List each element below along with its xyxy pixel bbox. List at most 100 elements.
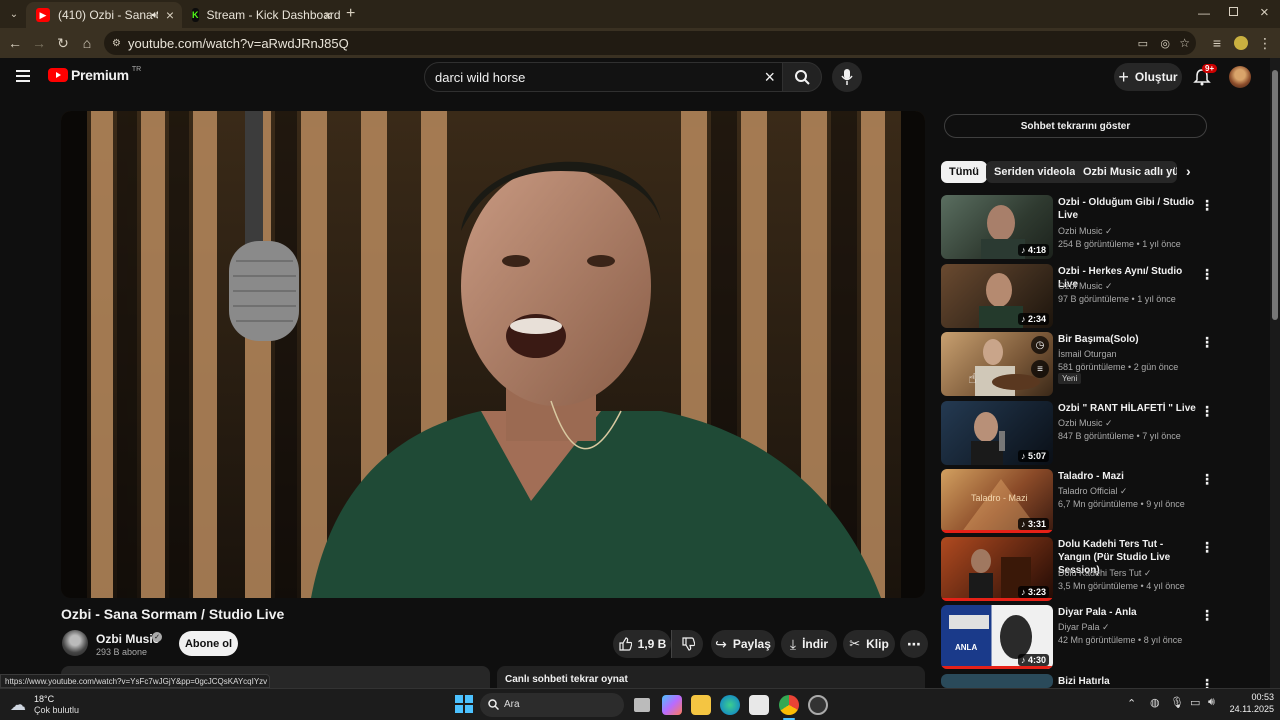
channel-avatar[interactable] xyxy=(62,630,88,656)
youtube-logo[interactable]: Premium TR xyxy=(48,66,141,83)
add-to-queue-icon[interactable]: ≡ xyxy=(1031,360,1049,378)
create-button[interactable]: + Oluştur xyxy=(1114,63,1182,91)
video-thumbnail[interactable]: ♪ 4:18 xyxy=(941,195,1053,259)
more-options-icon[interactable]: ⋮ xyxy=(1200,607,1214,624)
more-options-icon[interactable]: ⋮ xyxy=(1200,197,1214,214)
bookmark-star-icon[interactable]: ☆ xyxy=(1179,36,1190,50)
subscribe-button[interactable]: Abone ol xyxy=(179,631,238,656)
notifications-button[interactable]: 9+ xyxy=(1193,64,1218,88)
list-item[interactable]: Bizi Hatırla ⋮ xyxy=(941,674,1241,688)
taskbar-search-box[interactable]: Ara xyxy=(480,693,624,717)
watch-later-icon[interactable]: ◷ xyxy=(1031,336,1049,354)
close-tab-icon[interactable]: × xyxy=(324,7,332,23)
scrollbar-thumb[interactable] xyxy=(1272,70,1278,320)
back-arrow-icon[interactable]: ← xyxy=(6,34,24,52)
minimize-window-button[interactable]: — xyxy=(1198,6,1210,20)
video-thumbnail[interactable]: ♪ 3:23 xyxy=(941,537,1053,601)
pinned-app-icon[interactable] xyxy=(808,695,828,715)
volume-icon[interactable]: 🔊︎ xyxy=(1208,696,1215,709)
browser-tab-kick[interactable]: K Stream - Kick Dashboard × xyxy=(182,2,341,28)
more-options-icon[interactable]: ⋮ xyxy=(1200,334,1214,351)
close-window-button[interactable]: × xyxy=(1260,4,1269,21)
weather-widget[interactable]: ☁︎ 18°C Çok bulutlu xyxy=(10,693,90,717)
account-avatar[interactable] xyxy=(1229,66,1251,88)
share-button[interactable]: ↪ Paylaş xyxy=(711,630,775,658)
microsoft-store-icon[interactable] xyxy=(749,695,769,715)
microphone-icon[interactable]: 🎙︎ xyxy=(1170,696,1184,709)
chevron-up-icon[interactable]: ⌃ xyxy=(1127,697,1136,710)
eye-off-icon[interactable]: ◎ xyxy=(1160,37,1170,50)
rec-channel[interactable]: Taladro Official ✓ xyxy=(1058,486,1127,497)
task-view-icon[interactable] xyxy=(634,698,650,712)
rec-channel[interactable]: Dolu Kadehi Ters Tut ✓ xyxy=(1058,568,1151,579)
site-info-icon[interactable]: ⚙︎ xyxy=(112,38,121,49)
rec-title[interactable]: Ozbi " RANT HİLAFETİ " Live xyxy=(1058,402,1198,415)
home-icon[interactable]: ⌂ xyxy=(78,34,96,52)
rec-channel[interactable]: Diyar Pala ✓ xyxy=(1058,622,1110,633)
edge-browser-icon[interactable] xyxy=(720,695,740,715)
video-thumbnail[interactable]: ◷ ≡ xyxy=(941,332,1053,396)
rec-title[interactable]: Diyar Pala - Anla xyxy=(1058,606,1198,619)
dislike-button[interactable] xyxy=(671,630,703,658)
search-button[interactable] xyxy=(782,62,822,92)
hamburger-menu-icon[interactable] xyxy=(16,70,30,82)
rec-title[interactable]: Bir Başıma(Solo) xyxy=(1058,333,1198,346)
list-item[interactable]: ◷ ≡ Bir Başıma(Solo) İsmail Oturgan 581 … xyxy=(941,332,1241,396)
video-thumbnail[interactable]: ♪ 5:07 xyxy=(941,401,1053,465)
list-item[interactable]: ♪ 5:07 Ozbi " RANT HİLAFETİ " Live Ozbi … xyxy=(941,401,1241,465)
copilot-icon[interactable] xyxy=(662,695,682,715)
chip-all[interactable]: Tümü xyxy=(941,161,987,183)
rec-channel[interactable]: Ozbi Music ✓ xyxy=(1058,418,1113,429)
playlist-icon[interactable]: ≡ xyxy=(1208,34,1226,52)
rec-channel[interactable]: Ozbi Music ✓ xyxy=(1058,281,1113,292)
tab-list-dropdown-button[interactable]: ⌄ xyxy=(6,6,22,22)
forward-arrow-icon[interactable]: → xyxy=(30,34,48,52)
rec-title[interactable]: Ozbi - Olduğum Gibi / Studio Live xyxy=(1058,196,1198,222)
restore-window-button[interactable] xyxy=(1229,7,1238,16)
list-item[interactable]: Taladro - Mazi ♪ 3:31 Taladro - Mazi Tal… xyxy=(941,469,1241,533)
live-chat-replay-box[interactable]: Canlı sohbeti tekrar oynat xyxy=(497,666,925,688)
clear-search-icon[interactable]: × xyxy=(764,67,775,88)
more-options-icon[interactable]: ⋮ xyxy=(1200,676,1214,688)
file-explorer-icon[interactable] xyxy=(691,695,711,715)
rec-channel[interactable]: İsmail Oturgan xyxy=(1058,349,1117,359)
network-icon[interactable]: ◍ xyxy=(1150,696,1160,709)
install-app-icon[interactable]: ▭ xyxy=(1138,37,1148,50)
browser-tab-youtube[interactable]: ▶ (410) Ozbi - Sana Sormam 🔊︎ × xyxy=(26,2,182,28)
list-item[interactable]: ♪ 3:23 Dolu Kadehi Ters Tut - Yangın (Pü… xyxy=(941,537,1241,601)
more-options-icon[interactable]: ⋮ xyxy=(1200,403,1214,420)
address-bar[interactable]: ⚙︎ youtube.com/watch?v=aRwdJRnJ85Q ▭ ◎ ☆ xyxy=(104,31,1196,55)
more-actions-button[interactable]: ⋯ xyxy=(900,630,928,658)
reload-icon[interactable]: ↻ xyxy=(54,34,72,52)
download-button[interactable]: ⤓ İndir xyxy=(781,630,837,658)
rec-title[interactable]: Taladro - Mazi xyxy=(1058,470,1198,483)
more-options-icon[interactable]: ⋮ xyxy=(1200,539,1214,556)
new-tab-button[interactable]: + xyxy=(346,5,355,23)
list-item[interactable]: ♪ 2:34 Ozbi - Herkes Aynı/ Studio Live O… xyxy=(941,264,1241,328)
browser-menu-icon[interactable]: ⋮ xyxy=(1256,34,1274,52)
display-icon[interactable]: ▭ xyxy=(1190,696,1200,709)
more-options-icon[interactable]: ⋮ xyxy=(1200,266,1214,283)
taskbar-clock[interactable]: 00:53 24.11.2025 xyxy=(1226,692,1274,714)
video-thumbnail[interactable] xyxy=(941,674,1053,688)
page-scrollbar[interactable] xyxy=(1270,58,1280,688)
video-player[interactable] xyxy=(61,111,925,598)
video-thumbnail[interactable]: Taladro - Mazi ♪ 3:31 xyxy=(941,469,1053,533)
profile-avatar-icon[interactable] xyxy=(1232,34,1250,52)
chrome-browser-icon[interactable] xyxy=(779,695,799,715)
channel-name[interactable]: Ozbi Music xyxy=(96,632,159,646)
voice-search-button[interactable] xyxy=(832,62,862,92)
more-options-icon[interactable]: ⋮ xyxy=(1200,471,1214,488)
show-chat-replay-button[interactable]: Sohbet tekrarını göster xyxy=(944,114,1207,138)
list-item[interactable]: ANLA ♪ 4:30 Diyar Pala - Anla Diyar Pala… xyxy=(941,605,1241,669)
video-thumbnail[interactable]: ANLA ♪ 4:30 xyxy=(941,605,1053,669)
chevron-right-icon[interactable]: › xyxy=(1186,163,1191,179)
chip-uploaded-by-channel[interactable]: Ozbi Music adlı yükle xyxy=(1075,161,1177,183)
search-input[interactable]: darci wild horse × xyxy=(424,62,784,92)
chip-from-series[interactable]: Seriden videolar xyxy=(986,161,1088,183)
like-button[interactable]: 1,9 B xyxy=(613,630,671,658)
video-thumbnail[interactable]: ♪ 2:34 xyxy=(941,264,1053,328)
clip-button[interactable]: ✂︎ Klip xyxy=(843,630,895,658)
rec-channel[interactable]: Ozbi Music ✓ xyxy=(1058,226,1113,237)
start-menu-icon[interactable] xyxy=(455,695,475,715)
